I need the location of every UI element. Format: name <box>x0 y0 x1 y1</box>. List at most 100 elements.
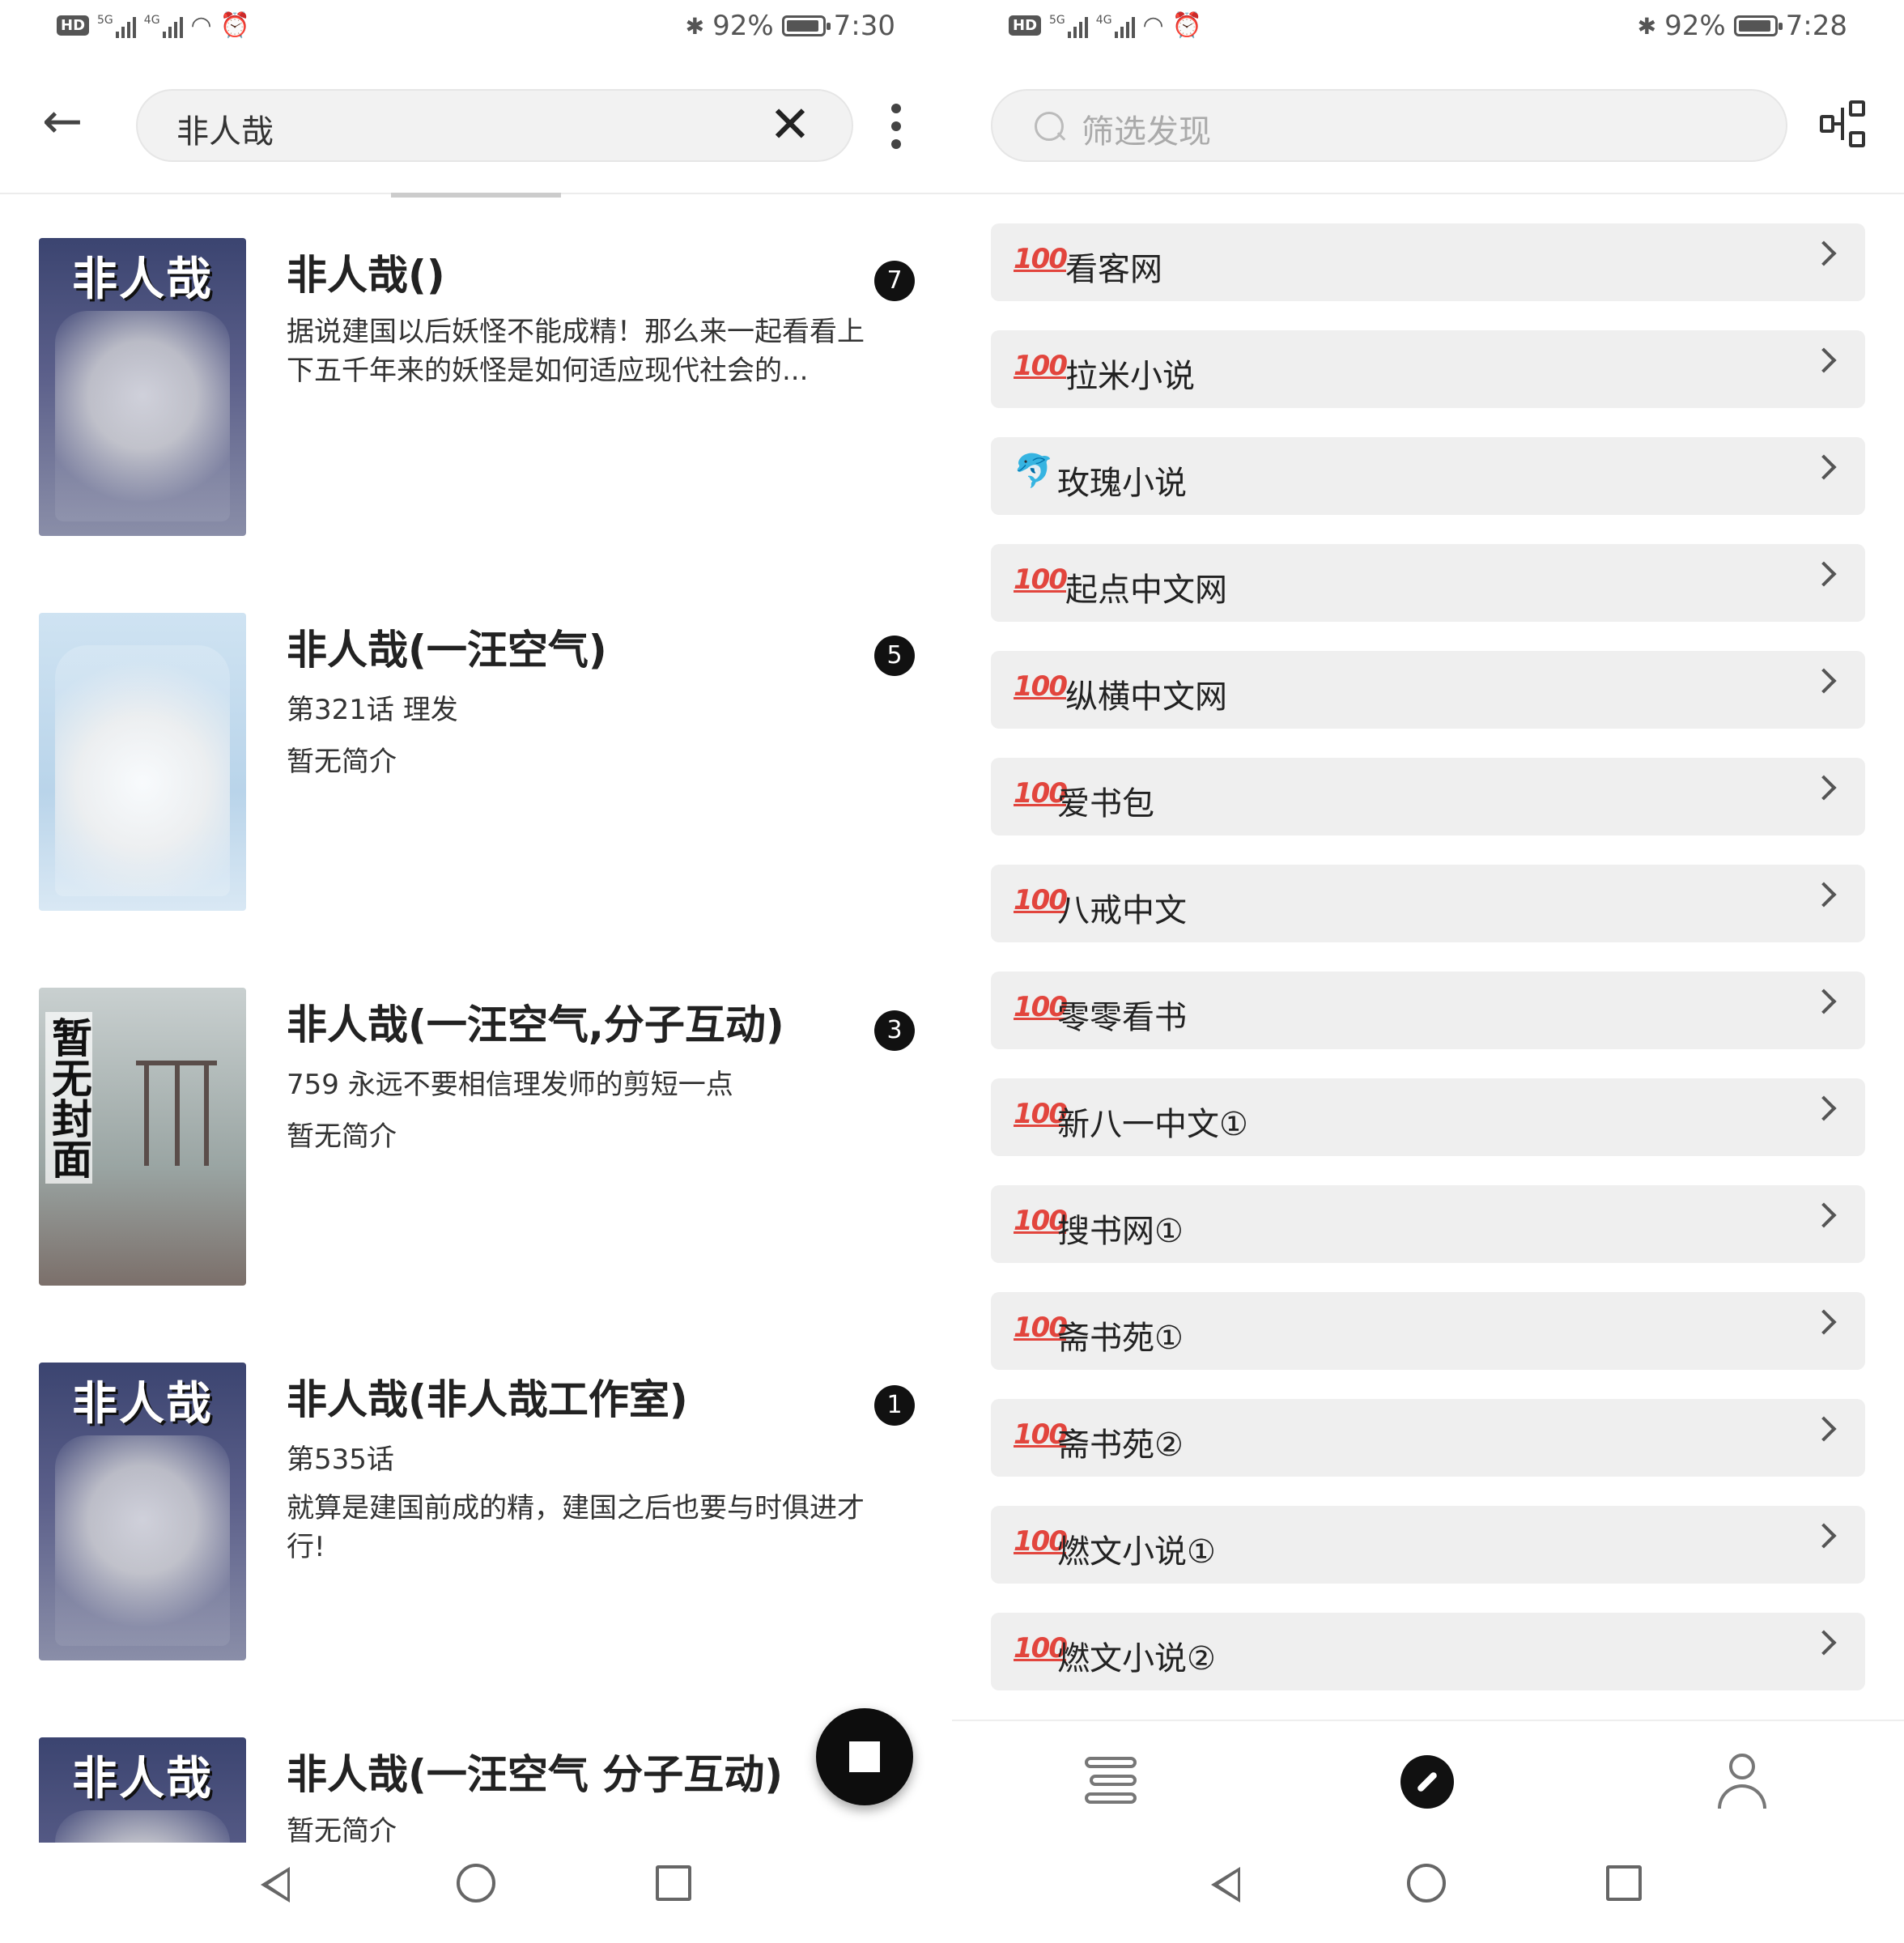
search-icon <box>1035 112 1064 141</box>
book-cover: 非人哉 <box>39 1363 246 1660</box>
chevron-right-icon <box>1811 454 1837 480</box>
battery-icon <box>781 15 831 36</box>
status-bar: HD 5G 4G ◠ ⏰ ✱ 92% 7:28 <box>952 0 1904 58</box>
book-intro: 暂无简介 <box>287 1815 397 1843</box>
book-title: 非人哉(一汪空气,分子互动) <box>287 1001 784 1048</box>
source-count-badge: 7 <box>874 261 915 301</box>
sitemap-icon[interactable] <box>1820 100 1868 149</box>
source-label: 起点中文网 <box>1065 572 1227 609</box>
nav-recent-icon[interactable] <box>656 1865 691 1901</box>
close-icon[interactable]: ✕ <box>769 96 811 154</box>
source-item[interactable]: 100 拉米小说 <box>991 330 1865 408</box>
signal-icon: 4G <box>144 14 183 38</box>
book-title: 非人哉(非人哉工作室) <box>287 1376 688 1423</box>
arrow-back-icon[interactable]: ← <box>42 97 83 146</box>
source-item[interactable]: 100 斋书苑① <box>991 1292 1865 1370</box>
compass-icon[interactable] <box>1400 1755 1454 1809</box>
battery-percent: 92% <box>712 10 774 42</box>
source-label: 拉米小说 <box>1065 358 1195 395</box>
search-result-item[interactable]: 非人哉(一汪空气) 第321话 理发 暂无简介 5 <box>39 613 915 912</box>
stop-icon <box>849 1741 880 1772</box>
source-label: 玫瑰小说 <box>1057 465 1187 502</box>
search-result-item[interactable]: 非人哉 非人哉(一汪空气 分子互动) 暂无简介 <box>39 1737 913 1843</box>
chevron-right-icon <box>1811 989 1837 1014</box>
nav-back-icon[interactable] <box>261 1867 290 1903</box>
alarm-icon: ⏰ <box>1171 11 1203 40</box>
more-vertical-icon[interactable] <box>890 104 902 149</box>
source-label: 燃文小说② <box>1057 1640 1216 1677</box>
hundred-points-icon: 100 <box>1014 670 1068 703</box>
search-result-item[interactable]: 暂无封面 非人哉(一汪空气,分子互动) 759 永远不要相信理发师的剪短一点 暂… <box>39 988 915 1287</box>
nav-home-icon[interactable] <box>1407 1864 1446 1903</box>
stop-search-button[interactable] <box>816 1708 913 1805</box>
bookshelf-icon[interactable] <box>1085 1757 1137 1805</box>
source-item[interactable]: 100 纵横中文网 <box>991 651 1865 729</box>
filter-placeholder: 筛选发现 <box>1082 113 1211 151</box>
search-result-item[interactable]: 非人哉 非人哉() 据说建国以后妖怪不能成精！那么来一起看看上下五千年来的妖怪是… <box>39 238 915 538</box>
signal-icon: 5G <box>97 14 136 38</box>
book-intro: 暂无简介 <box>287 746 397 778</box>
hd-icon: HD <box>1009 15 1042 36</box>
system-navigation-bar <box>0 1843 952 1943</box>
search-result-item[interactable]: 非人哉 非人哉(非人哉工作室) 第535话 就算是建国前成的精，建国之后也要与时… <box>39 1363 915 1662</box>
nav-recent-icon[interactable] <box>1606 1865 1642 1901</box>
source-label: 搜书网① <box>1057 1213 1184 1250</box>
source-label: 燃文小说① <box>1057 1533 1216 1571</box>
clock: 7:28 <box>1785 10 1847 42</box>
search-input[interactable]: 非人哉 ✕ <box>136 89 853 162</box>
bottom-tab-bar <box>952 1720 1904 1844</box>
hd-icon: HD <box>57 15 90 36</box>
chevron-right-icon <box>1811 1202 1837 1228</box>
source-item[interactable]: 100 燃文小说① <box>991 1506 1865 1584</box>
chevron-right-icon <box>1811 240 1837 266</box>
source-item[interactable]: 100 新八一中文① <box>991 1078 1865 1156</box>
book-cover: 非人哉 <box>39 1737 246 1843</box>
latest-chapter: 第321话 理发 <box>287 694 458 726</box>
source-item[interactable]: 100 燃文小说② <box>991 1613 1865 1690</box>
chevron-right-icon <box>1811 882 1837 908</box>
nav-home-icon[interactable] <box>457 1864 495 1903</box>
clock: 7:30 <box>833 10 895 42</box>
source-label: 斋书苑② <box>1057 1426 1184 1464</box>
source-item[interactable]: 100 零零看书 <box>991 972 1865 1049</box>
source-item[interactable]: 100 八戒中文 <box>991 865 1865 942</box>
dolphin-icon: 🐬 <box>1014 453 1054 490</box>
chevron-right-icon <box>1811 1095 1837 1121</box>
status-bar: HD 5G 4G ◠ ⏰ ✱ 92% 7:30 <box>0 0 952 58</box>
source-item[interactable]: 100 斋书苑② <box>991 1399 1865 1477</box>
book-cover: 非人哉 <box>39 238 246 536</box>
chevron-right-icon <box>1811 347 1837 373</box>
user-icon[interactable] <box>1716 1754 1768 1810</box>
source-label: 斋书苑① <box>1057 1320 1184 1357</box>
source-item[interactable]: 100 起点中文网 <box>991 544 1865 622</box>
source-label: 爱书包 <box>1057 785 1154 823</box>
source-item[interactable]: 100 爱书包 <box>991 758 1865 835</box>
search-results-screen: HD 5G 4G ◠ ⏰ ✱ 92% 7:30 ← 非人哉 ✕ 非人哉 非人哉(… <box>0 0 952 1943</box>
search-query[interactable]: 非人哉 <box>176 105 274 152</box>
battery-percent: 92% <box>1664 10 1726 42</box>
source-item[interactable]: 100 搜书网① <box>991 1185 1865 1263</box>
latest-chapter: 759 永远不要相信理发师的剪短一点 <box>287 1069 733 1101</box>
book-intro: 暂无简介 <box>287 1120 397 1153</box>
chevron-right-icon <box>1811 668 1837 694</box>
divider <box>952 193 1904 194</box>
filter-input[interactable]: 筛选发现 <box>991 89 1787 162</box>
chevron-right-icon <box>1811 1416 1837 1442</box>
wifi-icon: ◠ <box>190 11 212 40</box>
latest-chapter: 第535话 <box>287 1443 394 1476</box>
chevron-right-icon <box>1811 1630 1837 1656</box>
book-title: 非人哉() <box>287 252 445 299</box>
wifi-icon: ◠ <box>1142 11 1164 40</box>
battery-icon <box>1733 15 1783 36</box>
source-count-badge: 3 <box>874 1010 915 1051</box>
book-cover <box>39 613 246 911</box>
book-title: 非人哉(一汪空气 分子互动) <box>287 1751 784 1798</box>
pavilion-illustration <box>136 1036 217 1174</box>
source-count-badge: 5 <box>874 636 915 676</box>
bluetooth-icon: ✱ <box>685 12 705 40</box>
hundred-points-icon: 100 <box>1014 243 1068 275</box>
nav-back-icon[interactable] <box>1211 1867 1240 1903</box>
source-item[interactable]: 🐬 玫瑰小说 <box>991 437 1865 515</box>
source-item[interactable]: 100 看客网 <box>991 223 1865 301</box>
source-count-badge: 1 <box>874 1385 915 1426</box>
